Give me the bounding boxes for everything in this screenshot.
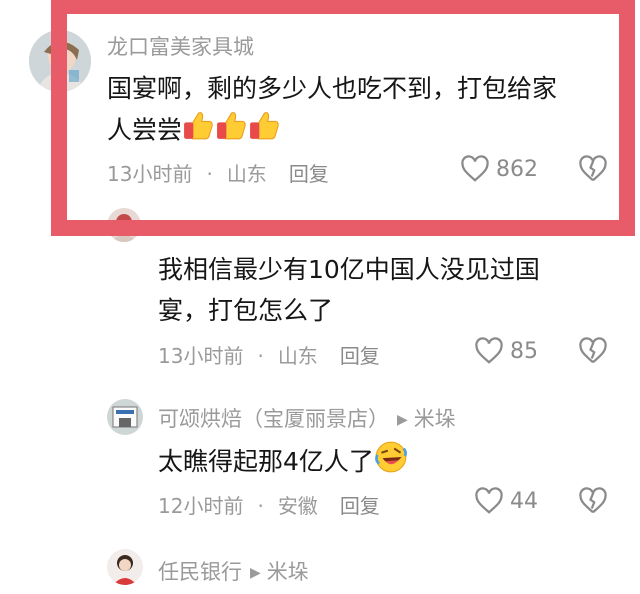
comment-meta: 13小时前 · 山东 回复 (107, 158, 329, 187)
thumbs-up-icon (215, 109, 248, 154)
broken-heart-icon (579, 337, 607, 364)
separator: · (257, 344, 264, 368)
comment-text-line: 我相信最少有10亿中国人没见过国 (158, 255, 540, 284)
username[interactable]: 任民银行 (158, 560, 242, 584)
like-button[interactable]: 862 (460, 155, 538, 183)
reply-to-username[interactable]: 米垛 (267, 560, 309, 584)
timestamp: 13小时前 (158, 344, 244, 368)
comment-text-line: 国宴啊，剩的多少人也吃不到，打包给家 (107, 74, 558, 103)
separator: · (257, 494, 264, 518)
comment-text-line: 宴，打包怎么了 (158, 296, 334, 325)
location: 安徽 (277, 494, 318, 518)
comment-text-line: 人尝尝 (107, 109, 607, 154)
heart-icon (461, 155, 489, 182)
dislike-button[interactable] (578, 487, 608, 519)
comment-meta: 12小时前 · 安徽 回复 (158, 490, 380, 519)
comment-text-fragment: 人尝尝 (107, 115, 183, 145)
comment-item: 可颂烘焙（宝厦丽景店） ▶ 米垛 太瞧得起那4亿人了 12小时前 · 安徽 回复 44 (0, 395, 640, 535)
broken-heart-icon (579, 487, 607, 514)
like-count: 862 (496, 156, 538, 182)
comment-text: 国宴啊，剩的多少人也吃不到，打包给家 人尝尝 (107, 68, 607, 154)
dislike-button[interactable] (578, 337, 608, 369)
dislike-button[interactable] (578, 155, 608, 187)
username[interactable]: 龙口富美家具城 (107, 31, 254, 61)
location: 山东 (226, 162, 267, 186)
username-line: 任民银行 ▶ 米垛 (158, 556, 309, 586)
avatar[interactable] (107, 549, 143, 585)
rolling-laughing-icon (374, 440, 408, 486)
comment-item: 龙口富美家具城 国宴啊，剩的多少人也吃不到，打包给家 人尝尝 13小时前 · 山东回… (0, 0, 640, 230)
separator: · (206, 162, 213, 186)
comment-thread: 龙口富美家具城 国宴啊，剩的多少人也吃不到，打包给家 人尝尝 13小时前 · 山东回… (0, 0, 640, 594)
avatar[interactable] (107, 399, 143, 435)
location: 山东 (277, 344, 318, 368)
comment-text-line: 太瞧得起那4亿人了 (158, 447, 374, 476)
reply-button[interactable]: 回复 (340, 344, 380, 368)
heart-icon (475, 337, 503, 364)
comment-meta: 13小时前 · 山东 回复 (158, 340, 380, 369)
like-button[interactable]: 85 (474, 337, 538, 365)
play-arrow-icon: ▶ (250, 565, 261, 581)
avatar[interactable] (29, 30, 91, 92)
thumbs-up-icon (182, 109, 215, 154)
like-count: 44 (510, 488, 538, 514)
reply-button[interactable]: 回复 (340, 494, 380, 518)
comment-text: 我相信最少有10亿中国人没见过国 宴，打包怎么了 (158, 249, 598, 331)
avatar[interactable] (107, 208, 141, 242)
play-arrow-icon: ▶ (397, 412, 408, 428)
timestamp: 12小时前 (158, 494, 244, 518)
reply-button[interactable]: 回复 (289, 162, 329, 186)
reply-to-username[interactable]: 米垛 (414, 407, 456, 431)
comment-item: 我相信最少有10亿中国人没见过国 宴，打包怎么了 13小时前 · 山东 回复 85 (0, 200, 640, 390)
like-count: 85 (510, 338, 538, 364)
username[interactable]: 可颂烘焙（宝厦丽景店） (158, 407, 389, 431)
heart-icon (475, 487, 503, 514)
comment-text: 太瞧得起那4亿人了 (158, 440, 598, 486)
thumbs-up-icon (248, 109, 281, 154)
username-line: 可颂烘焙（宝厦丽景店） ▶ 米垛 (158, 403, 456, 433)
like-button[interactable]: 44 (474, 487, 538, 515)
broken-heart-icon (579, 155, 607, 182)
comment-item: 任民银行 ▶ 米垛 (0, 545, 640, 594)
timestamp: 13小时前 (107, 162, 193, 186)
